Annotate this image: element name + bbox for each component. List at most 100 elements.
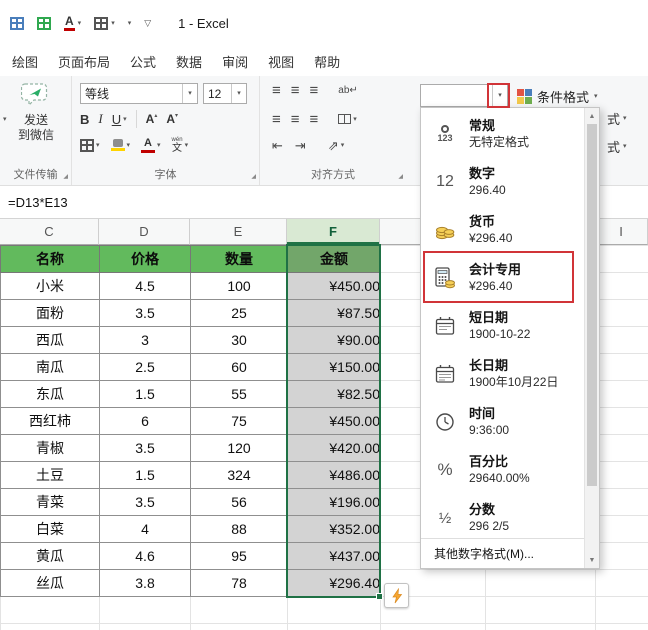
- empty-cell[interactable]: [595, 326, 648, 354]
- empty-cell[interactable]: [595, 569, 648, 597]
- cell[interactable]: 南瓜: [0, 353, 100, 381]
- dialog-launcher-icon[interactable]: ◢: [63, 173, 68, 180]
- header-cell[interactable]: 价格: [99, 245, 191, 273]
- cell-selected[interactable]: ¥90.00: [287, 326, 381, 354]
- empty-cell[interactable]: [595, 299, 648, 327]
- cell[interactable]: 3.5: [99, 299, 191, 327]
- scrollbar-thumb[interactable]: [587, 124, 597, 486]
- cell[interactable]: 青菜: [0, 488, 100, 516]
- cell[interactable]: 60: [190, 353, 288, 381]
- cell[interactable]: 95: [190, 542, 288, 570]
- cell[interactable]: 3.5: [99, 434, 191, 462]
- cell[interactable]: 黄瓜: [0, 542, 100, 570]
- col-header-d[interactable]: D: [99, 219, 190, 245]
- bold-button[interactable]: B: [80, 112, 89, 127]
- font-color-button[interactable]: A ▾: [141, 137, 161, 153]
- cell[interactable]: 4.6: [99, 542, 191, 570]
- align-top-button[interactable]: ≡: [272, 83, 281, 98]
- cell[interactable]: 78: [190, 569, 288, 597]
- empty-cell[interactable]: [485, 569, 596, 597]
- font-size-combobox[interactable]: 12 ▾: [203, 83, 247, 104]
- col-header-f-selected[interactable]: F: [287, 219, 380, 245]
- align-bottom-button[interactable]: ≡: [310, 83, 319, 98]
- cell[interactable]: 30: [190, 326, 288, 354]
- formula-text[interactable]: =D13*E13: [8, 195, 68, 210]
- empty-cell[interactable]: [595, 245, 648, 273]
- cell[interactable]: 100: [190, 272, 288, 300]
- active-cell-f13[interactable]: ¥296.40: [287, 569, 381, 597]
- cell[interactable]: 120: [190, 434, 288, 462]
- empty-cell[interactable]: [595, 353, 648, 381]
- decrease-font-size-button[interactable]: A ▾: [166, 112, 178, 126]
- cell-styles-button-fragment[interactable]: 式 ▾: [607, 137, 627, 156]
- cell-selected[interactable]: ¥437.00: [287, 542, 381, 570]
- cell[interactable]: 3.5: [99, 488, 191, 516]
- col-header-e[interactable]: E: [190, 219, 287, 245]
- empty-cell[interactable]: [287, 596, 381, 624]
- cell-selected[interactable]: ¥352.00: [287, 515, 381, 543]
- empty-cell[interactable]: [190, 623, 288, 630]
- cell[interactable]: 1.5: [99, 380, 191, 408]
- empty-cell[interactable]: [190, 596, 288, 624]
- cell[interactable]: 75: [190, 407, 288, 435]
- dialog-launcher-icon[interactable]: ◢: [398, 173, 403, 180]
- tab-review[interactable]: 审阅: [222, 52, 248, 71]
- format-option-short-date[interactable]: 短日期 1900-10-22: [421, 302, 584, 350]
- qat-borders-button[interactable]: ▾: [94, 16, 115, 30]
- format-option-currency[interactable]: 货币 ¥296.40: [421, 206, 584, 254]
- decrease-indent-button[interactable]: ⇤: [272, 139, 283, 152]
- conditional-formatting-button[interactable]: 条件格式 ▾: [517, 85, 598, 107]
- empty-cell[interactable]: [0, 623, 100, 630]
- orientation-button[interactable]: ⇗ ▾: [328, 139, 344, 152]
- italic-button[interactable]: I: [98, 111, 102, 127]
- cell[interactable]: 面粉: [0, 299, 100, 327]
- cell-selected[interactable]: ¥450.00: [287, 272, 381, 300]
- qat-more-button[interactable]: ▾: [128, 20, 132, 27]
- empty-cell[interactable]: [595, 380, 648, 408]
- tab-data[interactable]: 数据: [176, 52, 202, 71]
- scroll-up-icon[interactable]: ▲: [585, 109, 599, 123]
- phonetic-guide-button[interactable]: wén 文 ▾: [172, 137, 189, 154]
- cell[interactable]: 丝瓜: [0, 569, 100, 597]
- align-right-button[interactable]: ≡: [310, 112, 319, 127]
- chevron-down-icon[interactable]: ▾: [231, 84, 246, 103]
- tab-page-layout[interactable]: 页面布局: [58, 52, 110, 71]
- cell[interactable]: 6: [99, 407, 191, 435]
- cell[interactable]: 55: [190, 380, 288, 408]
- cell-selected[interactable]: ¥82.50: [287, 380, 381, 408]
- empty-cell[interactable]: [99, 596, 191, 624]
- cell-selected[interactable]: ¥150.00: [287, 353, 381, 381]
- format-option-accounting[interactable]: 会计专用 ¥296.40: [421, 254, 584, 302]
- number-format-dropdown-arrow[interactable]: ▾: [492, 85, 507, 106]
- cell[interactable]: 4: [99, 515, 191, 543]
- empty-cell[interactable]: [595, 434, 648, 462]
- align-center-button[interactable]: ≡: [291, 112, 300, 127]
- cell[interactable]: 东瓜: [0, 380, 100, 408]
- empty-cell[interactable]: [595, 272, 648, 300]
- empty-cell[interactable]: [595, 407, 648, 435]
- cell-selected[interactable]: ¥87.50: [287, 299, 381, 327]
- cell[interactable]: 白菜: [0, 515, 100, 543]
- empty-cell[interactable]: [287, 623, 381, 630]
- header-cell[interactable]: 数量: [190, 245, 288, 273]
- wrap-text-button[interactable]: ab↵: [338, 85, 358, 96]
- font-name-combobox[interactable]: 等线 ▾: [80, 83, 198, 104]
- empty-cell[interactable]: [0, 596, 100, 624]
- tab-help[interactable]: 帮助: [314, 52, 340, 71]
- empty-cell[interactable]: [485, 596, 596, 624]
- cell[interactable]: 88: [190, 515, 288, 543]
- tab-view[interactable]: 视图: [268, 52, 294, 71]
- cell-selected[interactable]: ¥420.00: [287, 434, 381, 462]
- cell[interactable]: 25: [190, 299, 288, 327]
- format-option-time[interactable]: 时间 9:36:00: [421, 398, 584, 446]
- empty-cell[interactable]: [595, 515, 648, 543]
- format-option-general[interactable]: 123 常规 无特定格式: [421, 110, 584, 158]
- format-option-long-date[interactable]: 长日期 1900年10月22日: [421, 350, 584, 398]
- empty-cell[interactable]: [380, 623, 486, 630]
- cell[interactable]: 56: [190, 488, 288, 516]
- cell[interactable]: 西瓜: [0, 326, 100, 354]
- fill-color-button[interactable]: ▾: [110, 139, 130, 151]
- dropdown-scrollbar[interactable]: ▲ ▼: [584, 108, 599, 568]
- qat-save-button[interactable]: [37, 16, 51, 30]
- cell-selected[interactable]: ¥196.00: [287, 488, 381, 516]
